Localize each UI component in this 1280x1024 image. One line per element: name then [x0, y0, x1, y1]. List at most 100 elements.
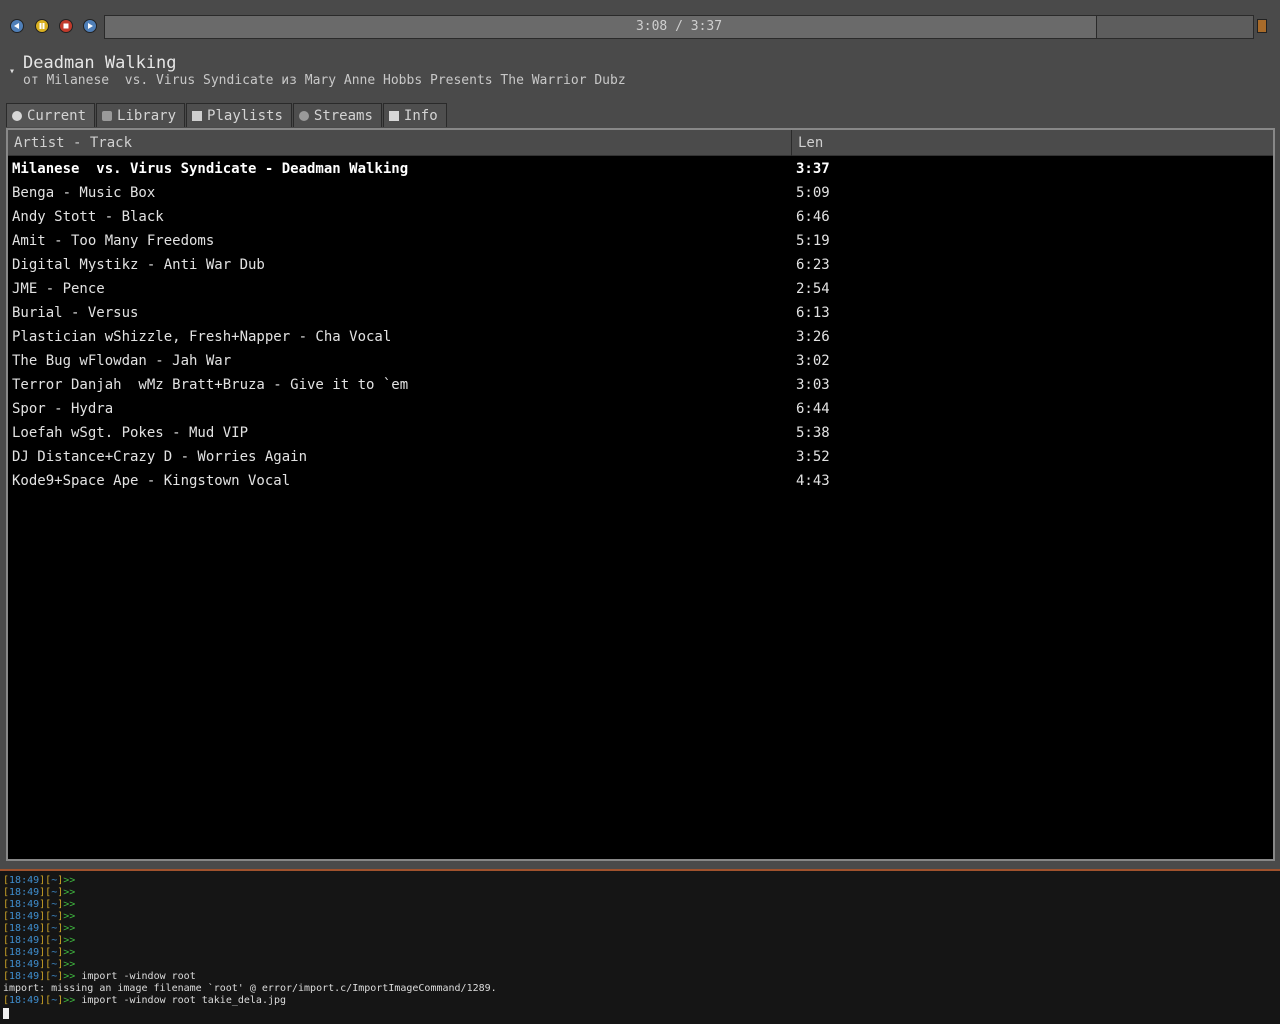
prompt-part: 18:49 — [9, 995, 40, 1006]
track-title: The Bug wFlowdan - Jah War — [12, 353, 232, 369]
prompt-part: >> — [63, 935, 76, 946]
prompt-part: >> — [63, 899, 76, 910]
terminal-line: [18:49][~]>> — [3, 923, 1277, 935]
playlist-row[interactable]: JME - Pence 2:54 — [8, 278, 1273, 302]
prompt-part: 18:49 — [9, 959, 40, 970]
playlist-panel: Artist - Track Len Milanese vs. Virus Sy… — [6, 128, 1275, 861]
next-button[interactable] — [83, 19, 97, 33]
track-length: 6:46 — [796, 209, 830, 225]
playlists-icon — [192, 110, 203, 121]
tab-current[interactable]: Current — [6, 103, 96, 127]
now-playing-subtitle: от Milanese vs. Virus Syndicate из Mary … — [23, 73, 626, 88]
tab-label: Current — [27, 107, 87, 124]
prompt-part: >> — [63, 887, 76, 898]
terminal-line: import: missing an image filename `root'… — [3, 983, 1277, 995]
track-title: Amit - Too Many Freedoms — [12, 233, 215, 249]
playlist-row[interactable]: Benga - Music Box 5:09 — [8, 182, 1273, 206]
prompt-part: import -window root — [75, 971, 196, 982]
column-len[interactable]: Len — [794, 130, 827, 156]
track-title: Plastician wShizzle, Fresh+Napper - Cha … — [12, 329, 392, 345]
playlist-row[interactable]: Kode9+Space Ape - Kingstown Vocal 4:43 — [8, 470, 1273, 494]
time-display: 3:08 / 3:37 — [635, 19, 723, 34]
track-title: Milanese vs. Virus Syndicate - Deadman W… — [12, 161, 409, 177]
tab-info[interactable]: Info — [382, 103, 447, 127]
playlist-row[interactable]: DJ Distance+Crazy D - Worries Again 3:52 — [8, 446, 1273, 470]
playlist-row[interactable]: Milanese vs. Virus Syndicate - Deadman W… — [8, 158, 1273, 182]
tab-bar: Current Library Playlists Streams Info — [6, 103, 448, 127]
current-icon — [12, 110, 22, 121]
prompt-part: 18:49 — [9, 935, 40, 946]
tab-library[interactable]: Library — [96, 103, 186, 127]
prompt-part: >> — [63, 875, 76, 886]
playlist-row[interactable]: Digital Mystikz - Anti War Dub 6:23 — [8, 254, 1273, 278]
prompt-part: 18:49 — [9, 911, 40, 922]
playlist-row[interactable]: Amit - Too Many Freedoms 5:19 — [8, 230, 1273, 254]
playlist-row[interactable]: Loefah wSgt. Pokes - Mud VIP 5:38 — [8, 422, 1273, 446]
prompt-part: 18:49 — [9, 899, 40, 910]
terminal-output: import: missing an image filename `root'… — [3, 983, 497, 994]
tab-label: Playlists — [207, 107, 283, 124]
terminal[interactable]: [18:49][~]>> [18:49][~]>> [18:49][~]>> [18:… — [0, 869, 1280, 1024]
playlist-row[interactable]: The Bug wFlowdan - Jah War 3:02 — [8, 350, 1273, 374]
tab-label: Streams — [313, 107, 373, 124]
pause-icon — [39, 23, 45, 29]
volume-icon[interactable] — [1257, 19, 1267, 33]
prompt-part: import -window root takie_dela.jpg — [75, 995, 287, 1006]
prompt-part: >> — [63, 995, 76, 1006]
playlist-row[interactable]: Spor - Hydra 6:44 — [8, 398, 1273, 422]
prompt-part: >> — [63, 911, 76, 922]
track-title: Spor - Hydra — [12, 401, 114, 417]
pause-button[interactable] — [35, 19, 49, 33]
track-length: 3:26 — [796, 329, 830, 345]
track-length: 5:09 — [796, 185, 830, 201]
terminal-line: [18:49][~]>> — [3, 947, 1277, 959]
column-artist-track[interactable]: Artist - Track — [8, 130, 792, 156]
now-playing-title: Deadman Walking — [23, 53, 177, 73]
track-title: Loefah wSgt. Pokes - Mud VIP — [12, 425, 249, 441]
streams-icon — [298, 110, 309, 121]
prev-icon — [14, 23, 19, 29]
terminal-line: [18:49][~]>> — [3, 911, 1277, 923]
playlist-row[interactable]: Plastician wShizzle, Fresh+Napper - Cha … — [8, 326, 1273, 350]
tab-label: Library — [117, 107, 177, 124]
player-toolbar: 3:08 / 3:37 — [0, 0, 1280, 50]
prompt-part: 18:49 — [9, 887, 40, 898]
prompt-part: >> — [63, 971, 76, 982]
terminal-line: [18:49][~]>> — [3, 899, 1277, 911]
terminal-line: [18:49][~]>> import -window root — [3, 971, 1277, 983]
prompt-part: 18:49 — [9, 971, 40, 982]
tab-playlists[interactable]: Playlists — [186, 103, 292, 127]
track-title: Digital Mystikz - Anti War Dub — [12, 257, 265, 273]
track-title: Benga - Music Box — [12, 185, 156, 201]
playlist-row[interactable]: Burial - Versus 6:13 — [8, 302, 1273, 326]
progress-bar[interactable]: 3:08 / 3:37 — [104, 15, 1254, 39]
terminal-line: [18:49][~]>> import -window root takie_d… — [3, 995, 1277, 1007]
prompt-part: >> — [63, 959, 76, 970]
stop-button[interactable] — [59, 19, 73, 33]
prompt-part: 18:49 — [9, 875, 40, 886]
track-length: 3:52 — [796, 449, 830, 465]
track-length: 4:43 — [796, 473, 830, 489]
playlist-rows: Milanese vs. Virus Syndicate - Deadman W… — [8, 158, 1273, 494]
column-header: Artist - Track Len — [8, 130, 1273, 156]
stop-icon — [63, 23, 69, 29]
playlist-row[interactable]: Andy Stott - Black 6:46 — [8, 206, 1273, 230]
previous-button[interactable] — [10, 19, 24, 33]
playlist-row[interactable]: Terror Danjah wMz Bratt+Bruza - Give it … — [8, 374, 1273, 398]
tab-streams[interactable]: Streams — [292, 103, 382, 127]
track-title: Andy Stott - Black — [12, 209, 164, 225]
prompt-part: 18:49 — [9, 923, 40, 934]
track-length: 3:37 — [796, 161, 830, 177]
tab-label: Info — [403, 107, 438, 124]
info-icon — [388, 110, 399, 121]
library-icon — [102, 110, 113, 121]
track-length: 3:02 — [796, 353, 830, 369]
track-title: Burial - Versus — [12, 305, 139, 321]
track-length: 5:19 — [796, 233, 830, 249]
terminal-line: [18:49][~]>> — [3, 887, 1277, 899]
terminal-line: [18:49][~]>> — [3, 935, 1277, 947]
expander-arrow-icon[interactable]: ▾ — [9, 66, 15, 77]
track-length: 6:13 — [796, 305, 830, 321]
prompt-part: >> — [63, 947, 76, 958]
terminal-line: [18:49][~]>> — [3, 875, 1277, 887]
